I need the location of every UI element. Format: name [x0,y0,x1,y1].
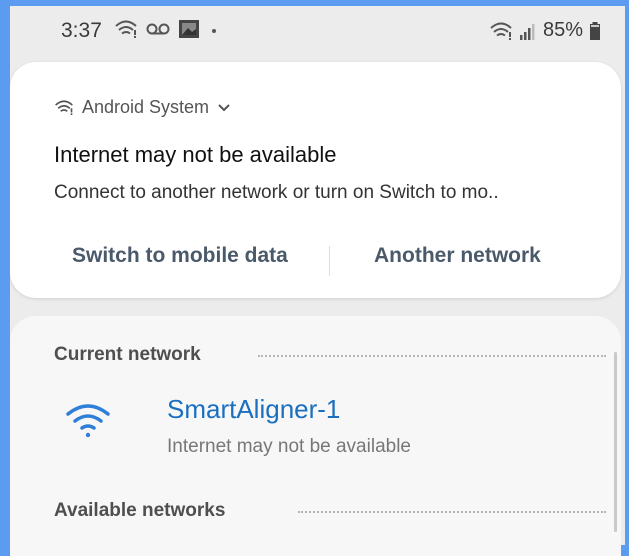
current-network-label: Current network [54,344,201,365]
section-divider-dots [298,511,606,513]
status-time: 3:37 [61,19,102,42]
section-divider-dots [258,355,606,357]
wifi-warning-icon [490,22,512,40]
wifi-warning-icon [55,100,73,115]
notification-header[interactable]: Android System [54,97,231,118]
another-network-button[interactable]: Another network [374,244,541,268]
screenshot-frame-top [0,0,629,6]
notification-card[interactable]: Android System Internet may not be avail… [10,62,621,298]
status-bar: 3:37 85% [10,6,625,54]
screenshot-frame-left [0,0,10,545]
action-divider [329,246,330,276]
wifi-icon [66,404,110,438]
available-networks-label: Available networks [54,500,226,521]
current-network-item[interactable]: SmartAligner-1 Internet may not be avail… [10,386,621,466]
notification-body: Connect to another network or turn on Sw… [54,182,499,203]
battery-percent: 85% [542,19,583,41]
wifi-network-panel: Current network SmartAligner-1 Internet … [10,316,621,556]
scrollbar[interactable] [614,352,617,532]
notification-title: Internet may not be available [54,142,337,167]
network-status: Internet may not be available [167,436,411,457]
dot-icon [212,29,216,33]
chevron-down-icon[interactable] [217,103,231,113]
notification-app-name: Android System [82,97,210,117]
gallery-icon [179,20,199,38]
screenshot-frame-right [625,0,629,545]
notification-actions: Switch to mobile data Another network [10,244,621,284]
voicemail-icon [146,23,170,35]
switch-to-mobile-data-button[interactable]: Switch to mobile data [72,244,288,268]
battery-icon [590,21,600,40]
status-right-icons: 85% [489,19,601,42]
signal-icon [519,23,535,40]
status-left-icons [114,19,220,39]
network-name: SmartAligner-1 [167,394,341,424]
wifi-warning-icon [115,20,137,38]
